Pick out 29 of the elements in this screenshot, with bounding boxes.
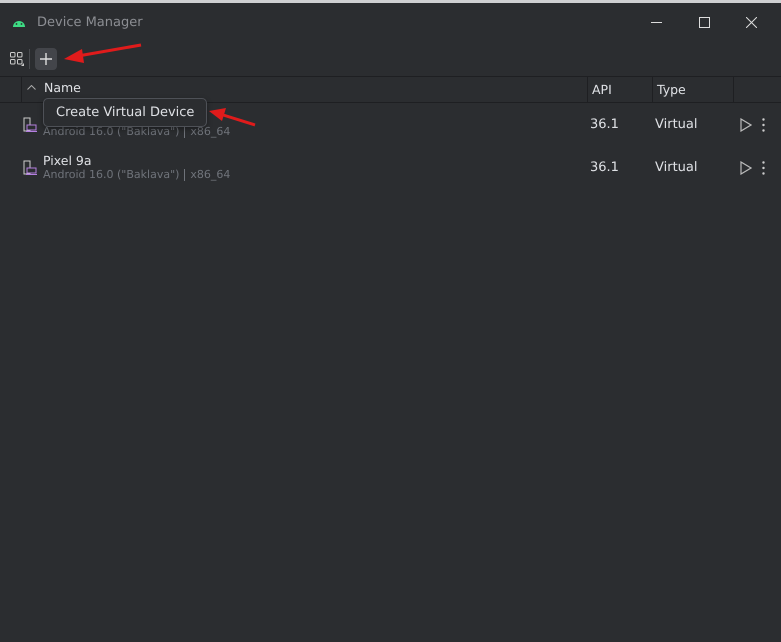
column-header[interactable]: Name [44, 80, 81, 95]
maximize-icon[interactable] [699, 17, 710, 28]
device-name: Pixel 9a [43, 153, 92, 168]
plus-icon [40, 53, 52, 65]
column-header[interactable]: Type [657, 82, 686, 97]
tooltip: Create Virtual Device [43, 98, 208, 127]
arrow-annotation [208, 107, 256, 127]
type-cell-text: Virtual [655, 160, 698, 175]
more-icon[interactable] [762, 160, 765, 174]
device-subtitle: Android 16.0 ("Baklava") [43, 168, 180, 182]
device-abi: x86_64 [190, 168, 230, 182]
minimize-icon[interactable] [651, 22, 663, 24]
more-icon[interactable] [762, 118, 765, 132]
device-subtitle: Android 16.0 ("Baklava") [43, 124, 180, 138]
api-cell-text: 36.1 [590, 117, 620, 132]
device-abi: x86_64 [190, 124, 230, 138]
window-title: Device Manager [37, 15, 143, 30]
play-icon[interactable] [740, 118, 752, 132]
add-button[interactable] [35, 48, 57, 70]
column-header[interactable]: API [592, 82, 612, 97]
type-cell-text: Virtual [655, 117, 698, 132]
device-icon [23, 117, 37, 132]
grid-icon[interactable] [10, 52, 24, 66]
play-icon[interactable] [740, 160, 752, 174]
api-cell-text: 36.1 [590, 160, 620, 175]
device-icon [23, 160, 37, 175]
close-icon[interactable] [746, 17, 757, 28]
android-icon [12, 18, 26, 27]
sort-ascending-icon[interactable] [27, 85, 36, 90]
